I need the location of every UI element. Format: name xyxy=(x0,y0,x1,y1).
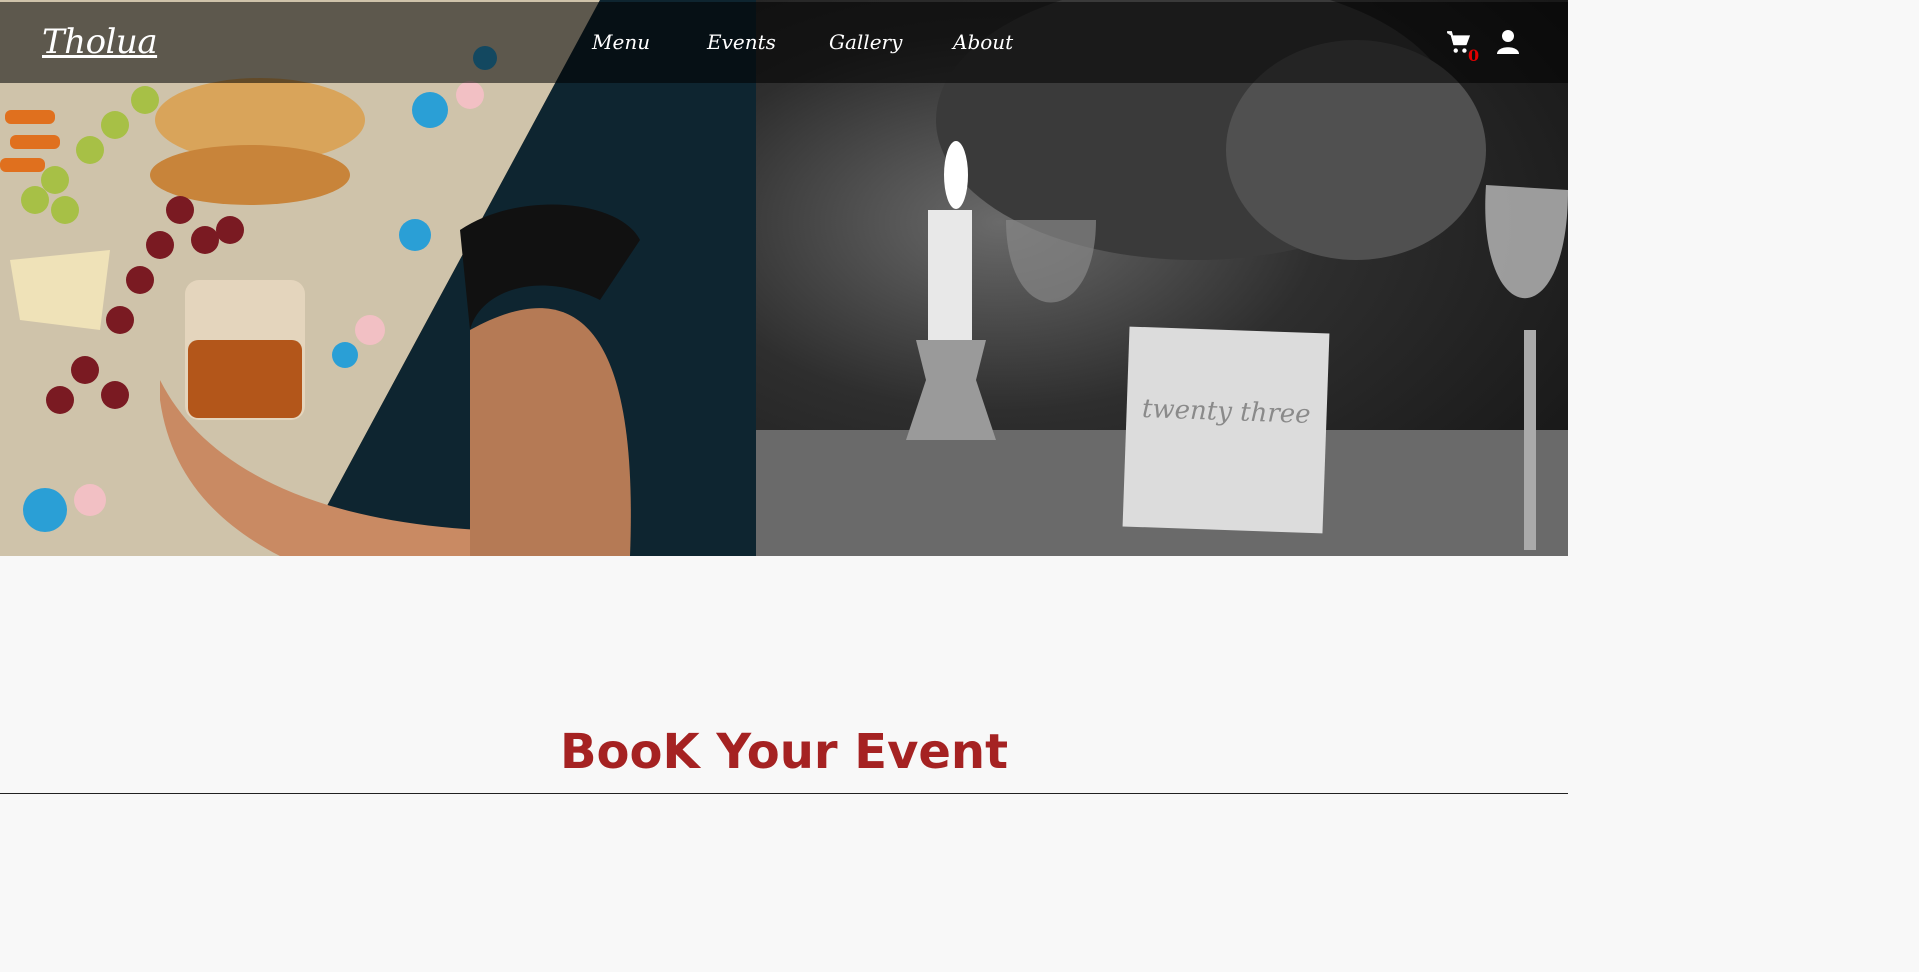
confetti xyxy=(399,219,431,251)
food-table-illustration xyxy=(0,0,756,556)
nav-link-about[interactable]: About xyxy=(953,30,1013,54)
confetti xyxy=(412,92,448,128)
confetti xyxy=(74,484,106,516)
nav-link-menu[interactable]: Menu xyxy=(592,30,650,54)
table-card-text: twenty three xyxy=(1141,394,1311,430)
top-navbar: Tholua Menu Events Gallery About 0 xyxy=(0,2,1568,83)
confetti xyxy=(456,81,484,109)
hero-banner: twenty three xyxy=(0,0,1568,556)
nav-link-events[interactable]: Events xyxy=(707,30,776,54)
hero-right-image: twenty three xyxy=(756,0,1568,556)
wine-glass-stem xyxy=(1524,330,1536,550)
candle-flame xyxy=(944,141,968,209)
nav-link-gallery[interactable]: Gallery xyxy=(829,30,902,54)
bottom-divider xyxy=(0,793,1568,794)
confetti xyxy=(355,315,385,345)
brand-logo[interactable]: Tholua xyxy=(42,22,158,62)
candlestick xyxy=(906,340,996,440)
book-event-heading: BooK Your Event xyxy=(559,724,1009,781)
user-icon[interactable] xyxy=(1497,30,1519,58)
table-number-card xyxy=(1122,326,1330,534)
hero-left-image xyxy=(0,0,756,556)
whiskey xyxy=(188,340,302,418)
confetti xyxy=(23,488,67,532)
dinner-table-illustration: twenty three xyxy=(756,0,1568,556)
wine-glass-right xyxy=(1485,185,1568,299)
wine-glass-left xyxy=(1006,220,1096,303)
cart-count-badge: 0 xyxy=(1468,46,1480,65)
candle xyxy=(928,210,972,340)
confetti xyxy=(332,342,358,368)
cheese xyxy=(10,250,110,330)
